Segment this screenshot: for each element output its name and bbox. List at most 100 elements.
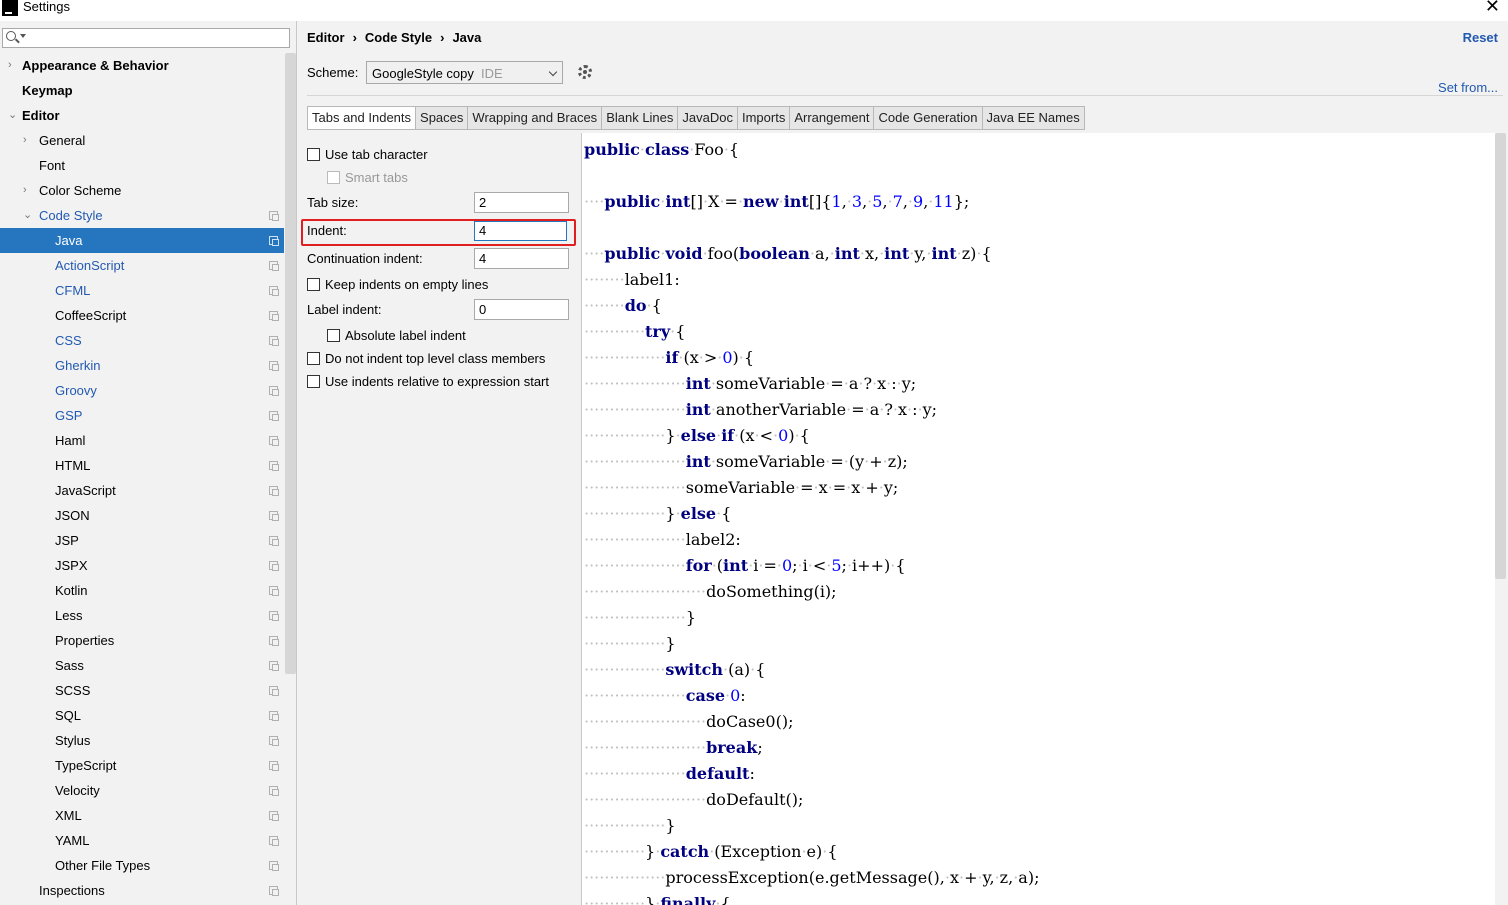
sidebar-item-less[interactable]: Less	[0, 603, 284, 628]
tabs-indents-options: Use tab character Smart tabs Tab size: 2…	[298, 133, 581, 905]
code-token: int	[783, 192, 809, 211]
chevron-right-icon[interactable]: ›	[23, 178, 27, 203]
sidebar-item-label: JSP	[55, 533, 79, 548]
code-line: ················}·else·{	[584, 501, 731, 527]
checkbox-box[interactable]	[307, 352, 320, 365]
sidebar-item-xml[interactable]: XML	[0, 803, 284, 828]
code-token: else	[680, 426, 717, 445]
sidebar-item-scss[interactable]: SCSS	[0, 678, 284, 703]
sidebar-item-stylus[interactable]: Stylus	[0, 728, 284, 753]
sidebar-item-coffeescript[interactable]: CoffeeScript	[0, 303, 284, 328]
sidebar-item-css[interactable]: CSS	[0, 328, 284, 353]
sidebar-item-color-scheme[interactable]: › Color Scheme	[0, 178, 284, 203]
code-preview-scrollbar[interactable]	[1495, 133, 1506, 905]
sidebar-item-velocity[interactable]: Velocity	[0, 778, 284, 803]
sidebar-item-actionscript[interactable]: ActionScript	[0, 253, 284, 278]
absolute-label-indent-checkbox[interactable]: Absolute label indent	[327, 328, 466, 343]
code-token: break	[706, 738, 758, 757]
close-icon[interactable]: ✕	[1485, 0, 1500, 15]
chevron-right-icon[interactable]: ›	[8, 53, 12, 78]
sidebar-item-yaml[interactable]: YAML	[0, 828, 284, 853]
sidebar-item-haml[interactable]: Haml	[0, 428, 284, 453]
code-token: int	[884, 244, 910, 263]
copy-settings-icon	[269, 561, 279, 571]
search-input[interactable]	[2, 28, 290, 48]
sidebar-item-sql[interactable]: SQL	[0, 703, 284, 728]
sidebar-item-jsp[interactable]: JSP	[0, 528, 284, 553]
checkbox-box[interactable]	[327, 329, 340, 342]
sidebar-item-javascript[interactable]: JavaScript	[0, 478, 284, 503]
sidebar-item-keymap[interactable]: Keymap	[0, 78, 284, 103]
continuation-indent-input[interactable]: 4	[474, 248, 569, 269]
chevron-right-icon[interactable]: ›	[23, 128, 27, 153]
sidebar-item-sass[interactable]: Sass	[0, 653, 284, 678]
tab-arrangement[interactable]: Arrangement	[790, 106, 875, 130]
keep-indents-empty-checkbox[interactable]: Keep indents on empty lines	[307, 277, 488, 292]
sidebar-item-gherkin[interactable]: Gherkin	[0, 353, 284, 378]
indent-input[interactable]: 4	[474, 221, 567, 241]
tab-imports[interactable]: Imports	[737, 106, 791, 130]
chevron-down-icon[interactable]: ⌄	[23, 203, 32, 228]
code-line: ················}·else·if·(x·<·0)·{	[584, 423, 810, 449]
tab-blank-lines[interactable]: Blank Lines	[602, 106, 679, 130]
tab-size-label: Tab size:	[307, 195, 359, 210]
tab-code-generation[interactable]: Code Generation	[874, 106, 983, 130]
sidebar-item-other-file-types[interactable]: Other File Types	[0, 853, 284, 878]
sidebar-item-typescript[interactable]: TypeScript	[0, 753, 284, 778]
copy-settings-icon	[269, 736, 279, 746]
indents-relative-expr-checkbox[interactable]: Use indents relative to expression start	[307, 374, 549, 389]
label-indent-input[interactable]: 0	[474, 299, 569, 320]
reset-link[interactable]: Reset	[1463, 30, 1498, 45]
code-token: []·X·=·	[690, 192, 744, 211]
sidebar-item-jspx[interactable]: JSPX	[0, 553, 284, 578]
sidebar-item-properties[interactable]: Properties	[0, 628, 284, 653]
code-token: }·	[645, 894, 661, 905]
sidebar-item-label: Sass	[55, 658, 84, 673]
tab-spaces[interactable]: Spaces	[416, 106, 469, 130]
code-line: ············}·catch·(Exception·e)·{	[584, 839, 838, 865]
sidebar-item-kotlin[interactable]: Kotlin	[0, 578, 284, 603]
sidebar-item-code-style[interactable]: ⌄ Code Style	[0, 203, 284, 228]
sidebar-item-general[interactable]: › General	[0, 128, 284, 153]
sidebar-item-label: Font	[39, 158, 66, 173]
sidebar-item-json[interactable]: JSON	[0, 503, 284, 528]
tab-tabs-and-indents[interactable]: Tabs and Indents	[307, 106, 417, 130]
scrollbar-thumb[interactable]	[1495, 133, 1506, 579]
sidebar-scrollbar[interactable]	[285, 53, 296, 674]
sidebar-item-label: CSS	[55, 333, 82, 348]
chevron-down-icon[interactable]: ⌄	[8, 103, 17, 128]
checkbox-box[interactable]	[307, 278, 320, 291]
sidebar-item-label: Velocity	[55, 783, 100, 798]
tab-size-input[interactable]: 2	[474, 192, 569, 213]
no-indent-top-level-checkbox[interactable]: Do not indent top level class members	[307, 351, 545, 366]
sidebar-item-html[interactable]: HTML	[0, 453, 284, 478]
checkbox-box[interactable]	[307, 375, 320, 388]
sidebar-item-gsp[interactable]: GSP	[0, 403, 284, 428]
code-preview[interactable]: public·class·Foo·{····public·int[]·X·=·n…	[581, 133, 1495, 905]
gear-icon[interactable]	[578, 65, 592, 79]
scheme-select[interactable]: GoogleStyle copy IDE	[366, 61, 563, 84]
code-token: ························	[584, 738, 707, 757]
sidebar-item-groovy[interactable]: Groovy	[0, 378, 284, 403]
sidebar-item-java[interactable]: Java	[0, 228, 284, 253]
tab-wrapping-and-braces[interactable]: Wrapping and Braces	[468, 106, 603, 130]
code-token: ,·	[841, 192, 852, 211]
code-token: }·	[645, 842, 661, 861]
tab-javadoc[interactable]: JavaDoc	[678, 106, 738, 130]
use-tab-character-checkbox[interactable]: Use tab character	[307, 147, 428, 162]
sidebar-item-editor[interactable]: ⌄ Editor	[0, 103, 284, 128]
sidebar-item-label: SCSS	[55, 683, 91, 698]
sidebar-item-font[interactable]: Font	[0, 153, 284, 178]
sidebar-item-cfml[interactable]: CFML	[0, 278, 284, 303]
sidebar-item-label: HTML	[55, 458, 91, 473]
code-token: ·foo(	[702, 244, 740, 263]
code-token: ····················	[584, 452, 686, 471]
sidebar-item-inspections[interactable]: Inspections	[0, 878, 284, 903]
set-from-link[interactable]: Set from...	[1438, 80, 1498, 95]
tab-java-ee-names[interactable]: Java EE Names	[982, 106, 1085, 130]
sidebar-item-appearance-behavior[interactable]: › Appearance & Behavior	[0, 53, 284, 78]
code-line: ····················label2:	[584, 527, 741, 553]
code-token: ····················	[584, 478, 686, 497]
copy-settings-icon	[269, 361, 279, 371]
checkbox-box[interactable]	[307, 148, 320, 161]
